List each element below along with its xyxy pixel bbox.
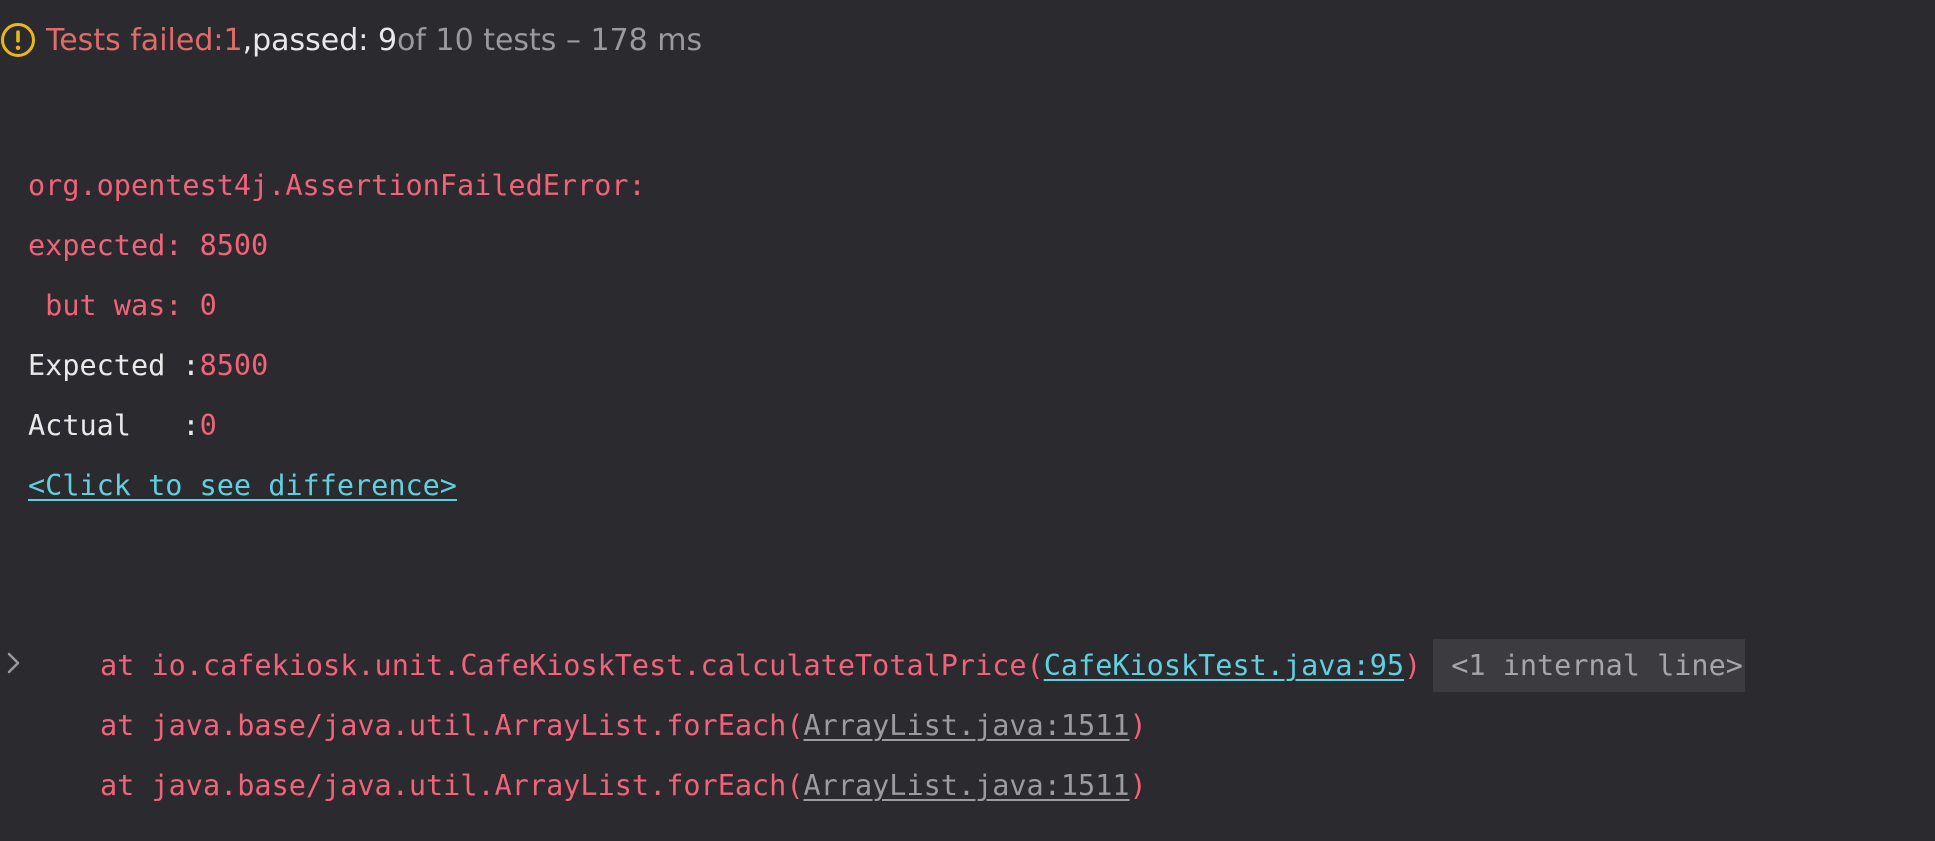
stack-frame-close: ) (1404, 649, 1422, 682)
stack-frame-close: ) (1129, 769, 1147, 802)
summary-separator: , (242, 22, 253, 58)
test-results-console: Tests failed: 1 , passed: 9 of 10 tests … (0, 0, 1935, 841)
test-status-summary: Tests failed: 1 , passed: 9 of 10 tests … (0, 16, 702, 64)
console-output: org.opentest4j.AssertionFailedError: exp… (28, 0, 1745, 802)
internal-lines-toggle[interactable]: <1 internal line> (1433, 639, 1745, 692)
actual-row: Actual :0 (28, 406, 217, 446)
expected-value: 8500 (199, 349, 269, 382)
stack-frame: at io.cafekiosk.unit.CafeKioskTest.calcu… (100, 639, 1745, 692)
but-was-line: but was: 0 (28, 289, 217, 322)
stack-frame: at java.base/java.util.ArrayList.forEach… (100, 706, 1147, 746)
stack-frame-text: at io.cafekiosk.unit.CafeKioskTest.calcu… (100, 649, 1044, 682)
expected-row: Expected :8500 (28, 346, 268, 386)
actual-value: 0 (199, 409, 217, 442)
chevron-right-icon[interactable] (4, 650, 24, 676)
stack-frame-text: at java.base/java.util.ArrayList.forEach… (100, 769, 804, 802)
source-link-cafekiosktest[interactable]: CafeKioskTest.java:95 (1044, 649, 1404, 682)
stack-frame: at java.base/java.util.ArrayList.forEach… (100, 766, 1147, 806)
source-link-arraylist[interactable]: ArrayList.java:1511 (804, 709, 1130, 742)
diff-link-row: <Click to see difference> (28, 466, 457, 506)
actual-label: Actual : (28, 409, 200, 442)
expected-message-line: expected: 8500 (28, 229, 269, 262)
stack-frame-text: at java.base/java.util.ArrayList.forEach… (100, 709, 804, 742)
stack-frame-close: ) (1129, 709, 1147, 742)
source-link-arraylist[interactable]: ArrayList.java:1511 (804, 769, 1130, 802)
exception-line: org.opentest4j.AssertionFailedError: (28, 169, 646, 202)
failed-count: 1 (223, 22, 243, 58)
click-to-see-difference-link[interactable]: <Click to see difference> (28, 469, 457, 502)
test-total-and-duration: of 10 tests – 178 ms (397, 22, 703, 58)
passed-count: passed: 9 (252, 22, 398, 58)
expected-label: Expected : (28, 349, 200, 382)
